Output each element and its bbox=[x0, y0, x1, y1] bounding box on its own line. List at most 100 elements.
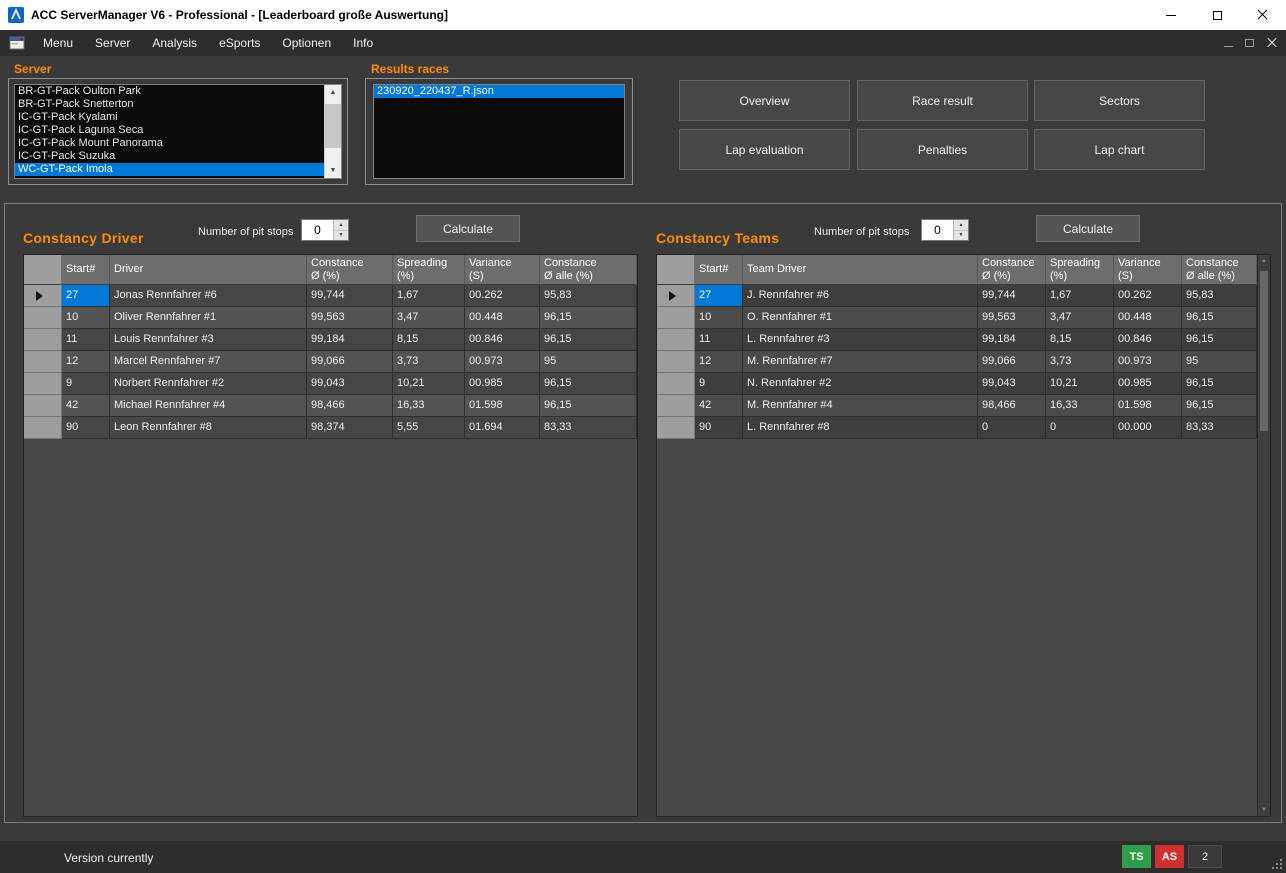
grid-cell[interactable]: 10,21 bbox=[1046, 373, 1114, 395]
scrollbar-thumb[interactable] bbox=[1260, 271, 1268, 431]
grid-cell[interactable]: N. Rennfahrer #2 bbox=[743, 373, 978, 395]
grid-cell[interactable]: 0 bbox=[1046, 417, 1114, 439]
column-header-start[interactable]: Start# bbox=[62, 255, 110, 285]
grid-cell[interactable]: 98,374 bbox=[307, 417, 393, 439]
driver-pit-stops-stepper[interactable]: 0 ▲ ▼ bbox=[301, 219, 349, 241]
close-button[interactable] bbox=[1240, 0, 1286, 30]
grid-cell[interactable]: 3,73 bbox=[1046, 351, 1114, 373]
maximize-button[interactable] bbox=[1194, 0, 1240, 30]
lap-evaluation-button[interactable]: Lap evaluation bbox=[679, 129, 850, 170]
stepper-up-icon[interactable]: ▲ bbox=[954, 220, 968, 231]
grid-cell[interactable]: 99,184 bbox=[978, 329, 1046, 351]
grid-cell[interactable]: 11 bbox=[62, 329, 110, 351]
column-header-driver[interactable]: Driver bbox=[110, 255, 307, 285]
grid-cell[interactable]: 9 bbox=[695, 373, 743, 395]
grid-row-header[interactable] bbox=[657, 285, 695, 307]
scroll-up-icon[interactable]: ▲ bbox=[1258, 258, 1270, 264]
grid-cell[interactable]: 01.598 bbox=[465, 395, 540, 417]
grid-cell[interactable]: 0 bbox=[978, 417, 1046, 439]
grid-cell[interactable]: 11 bbox=[695, 329, 743, 351]
teams-grid-scrollbar[interactable]: ▲ ▼ bbox=[1257, 255, 1270, 816]
grid-cell[interactable]: 5,55 bbox=[393, 417, 465, 439]
grid-cell[interactable]: M. Rennfahrer #4 bbox=[743, 395, 978, 417]
server-list-item[interactable]: BR-GT-Pack Snetterton bbox=[15, 98, 341, 111]
grid-row-header[interactable] bbox=[24, 417, 62, 439]
grid-cell[interactable]: 12 bbox=[62, 351, 110, 373]
grid-cell[interactable]: 10 bbox=[62, 307, 110, 329]
grid-cell[interactable]: 00.262 bbox=[465, 285, 540, 307]
grid-row-header[interactable] bbox=[657, 351, 695, 373]
grid-cell[interactable]: 99,744 bbox=[307, 285, 393, 307]
grid-row-header[interactable] bbox=[657, 307, 695, 329]
grid-cell[interactable]: 90 bbox=[62, 417, 110, 439]
grid-cell[interactable]: 00.985 bbox=[465, 373, 540, 395]
app-icon[interactable] bbox=[8, 7, 24, 23]
column-header-constance[interactable]: Constance Ø (%) bbox=[978, 255, 1046, 285]
menu-item-info[interactable]: Info bbox=[342, 30, 384, 56]
grid-cell[interactable]: 1,67 bbox=[1046, 285, 1114, 307]
menu-item-optionen[interactable]: Optionen bbox=[271, 30, 342, 56]
grid-cell[interactable]: 27 bbox=[62, 285, 110, 307]
grid-cell[interactable]: 3,47 bbox=[393, 307, 465, 329]
grid-cell[interactable]: 3,73 bbox=[393, 351, 465, 373]
column-header-spreading[interactable]: Spreading (%) bbox=[393, 255, 465, 285]
scrollbar-thumb[interactable] bbox=[325, 104, 341, 148]
grid-cell[interactable]: 95 bbox=[1182, 351, 1257, 373]
grid-cell[interactable]: 00.448 bbox=[1114, 307, 1182, 329]
sectors-button[interactable]: Sectors bbox=[1034, 80, 1205, 121]
mdi-close-button[interactable] bbox=[1266, 37, 1278, 49]
grid-cell[interactable]: 99,184 bbox=[307, 329, 393, 351]
teams-calculate-button[interactable]: Calculate bbox=[1036, 215, 1140, 242]
driver-pit-stops-value[interactable]: 0 bbox=[302, 220, 333, 240]
server-list-item[interactable]: IC-GT-Pack Laguna Seca bbox=[15, 124, 341, 137]
grid-cell[interactable]: 42 bbox=[695, 395, 743, 417]
column-header-constance-alle[interactable]: Constance Ø alle (%) bbox=[1182, 255, 1257, 285]
grid-cell[interactable]: 99,744 bbox=[978, 285, 1046, 307]
grid-cell[interactable]: 3,47 bbox=[1046, 307, 1114, 329]
menu-item-esports[interactable]: eSports bbox=[208, 30, 271, 56]
grid-cell[interactable]: Jonas Rennfahrer #6 bbox=[110, 285, 307, 307]
grid-cell[interactable]: Michael Rennfahrer #4 bbox=[110, 395, 307, 417]
grid-cell[interactable]: 96,15 bbox=[540, 329, 637, 351]
grid-cell[interactable]: O. Rennfahrer #1 bbox=[743, 307, 978, 329]
grid-cell[interactable]: 27 bbox=[695, 285, 743, 307]
grid-cell[interactable]: L. Rennfahrer #8 bbox=[743, 417, 978, 439]
grid-cell[interactable]: 00.000 bbox=[1114, 417, 1182, 439]
grid-cell[interactable]: 99,066 bbox=[307, 351, 393, 373]
grid-cell[interactable]: 99,563 bbox=[978, 307, 1046, 329]
grid-cell[interactable]: 98,466 bbox=[978, 395, 1046, 417]
server-list-item[interactable]: IC-GT-Pack Mount Panorama bbox=[15, 137, 341, 150]
grid-cell[interactable]: 96,15 bbox=[540, 373, 637, 395]
menu-item-analysis[interactable]: Analysis bbox=[141, 30, 208, 56]
grid-row-header[interactable] bbox=[657, 417, 695, 439]
mdi-restore-button[interactable] bbox=[1245, 39, 1254, 47]
grid-corner-cell[interactable] bbox=[24, 255, 62, 285]
grid-row-header[interactable] bbox=[657, 329, 695, 351]
grid-cell[interactable]: 96,15 bbox=[1182, 329, 1257, 351]
menu-item-server[interactable]: Server bbox=[84, 30, 141, 56]
grid-cell[interactable]: 10 bbox=[695, 307, 743, 329]
mdi-minimize-button[interactable] bbox=[1224, 40, 1233, 47]
lap-chart-button[interactable]: Lap chart bbox=[1034, 129, 1205, 170]
grid-cell[interactable]: 00.262 bbox=[1114, 285, 1182, 307]
grid-row-header[interactable] bbox=[24, 395, 62, 417]
grid-row-header[interactable] bbox=[657, 373, 695, 395]
scroll-up-icon[interactable]: ▲ bbox=[325, 85, 341, 100]
grid-cell[interactable]: 16,33 bbox=[393, 395, 465, 417]
scroll-down-icon[interactable]: ▼ bbox=[1258, 807, 1270, 813]
grid-row-header[interactable] bbox=[24, 329, 62, 351]
grid-cell[interactable]: 8,15 bbox=[393, 329, 465, 351]
grid-cell[interactable]: 99,043 bbox=[978, 373, 1046, 395]
grid-cell[interactable]: 99,066 bbox=[978, 351, 1046, 373]
grid-cell[interactable]: 99,043 bbox=[307, 373, 393, 395]
grid-cell[interactable]: 96,15 bbox=[1182, 395, 1257, 417]
grid-cell[interactable]: 12 bbox=[695, 351, 743, 373]
race-result-button[interactable]: Race result bbox=[857, 80, 1028, 121]
server-list-scrollbar[interactable]: ▲ ▼ bbox=[324, 85, 341, 178]
grid-cell[interactable]: 9 bbox=[62, 373, 110, 395]
server-list-item[interactable]: IC-GT-Pack Suzuka bbox=[15, 150, 341, 163]
column-header-constance[interactable]: Constance Ø (%) bbox=[307, 255, 393, 285]
grid-row-header[interactable] bbox=[24, 285, 62, 307]
grid-cell[interactable]: 96,15 bbox=[540, 307, 637, 329]
grid-cell[interactable]: 00.846 bbox=[1114, 329, 1182, 351]
